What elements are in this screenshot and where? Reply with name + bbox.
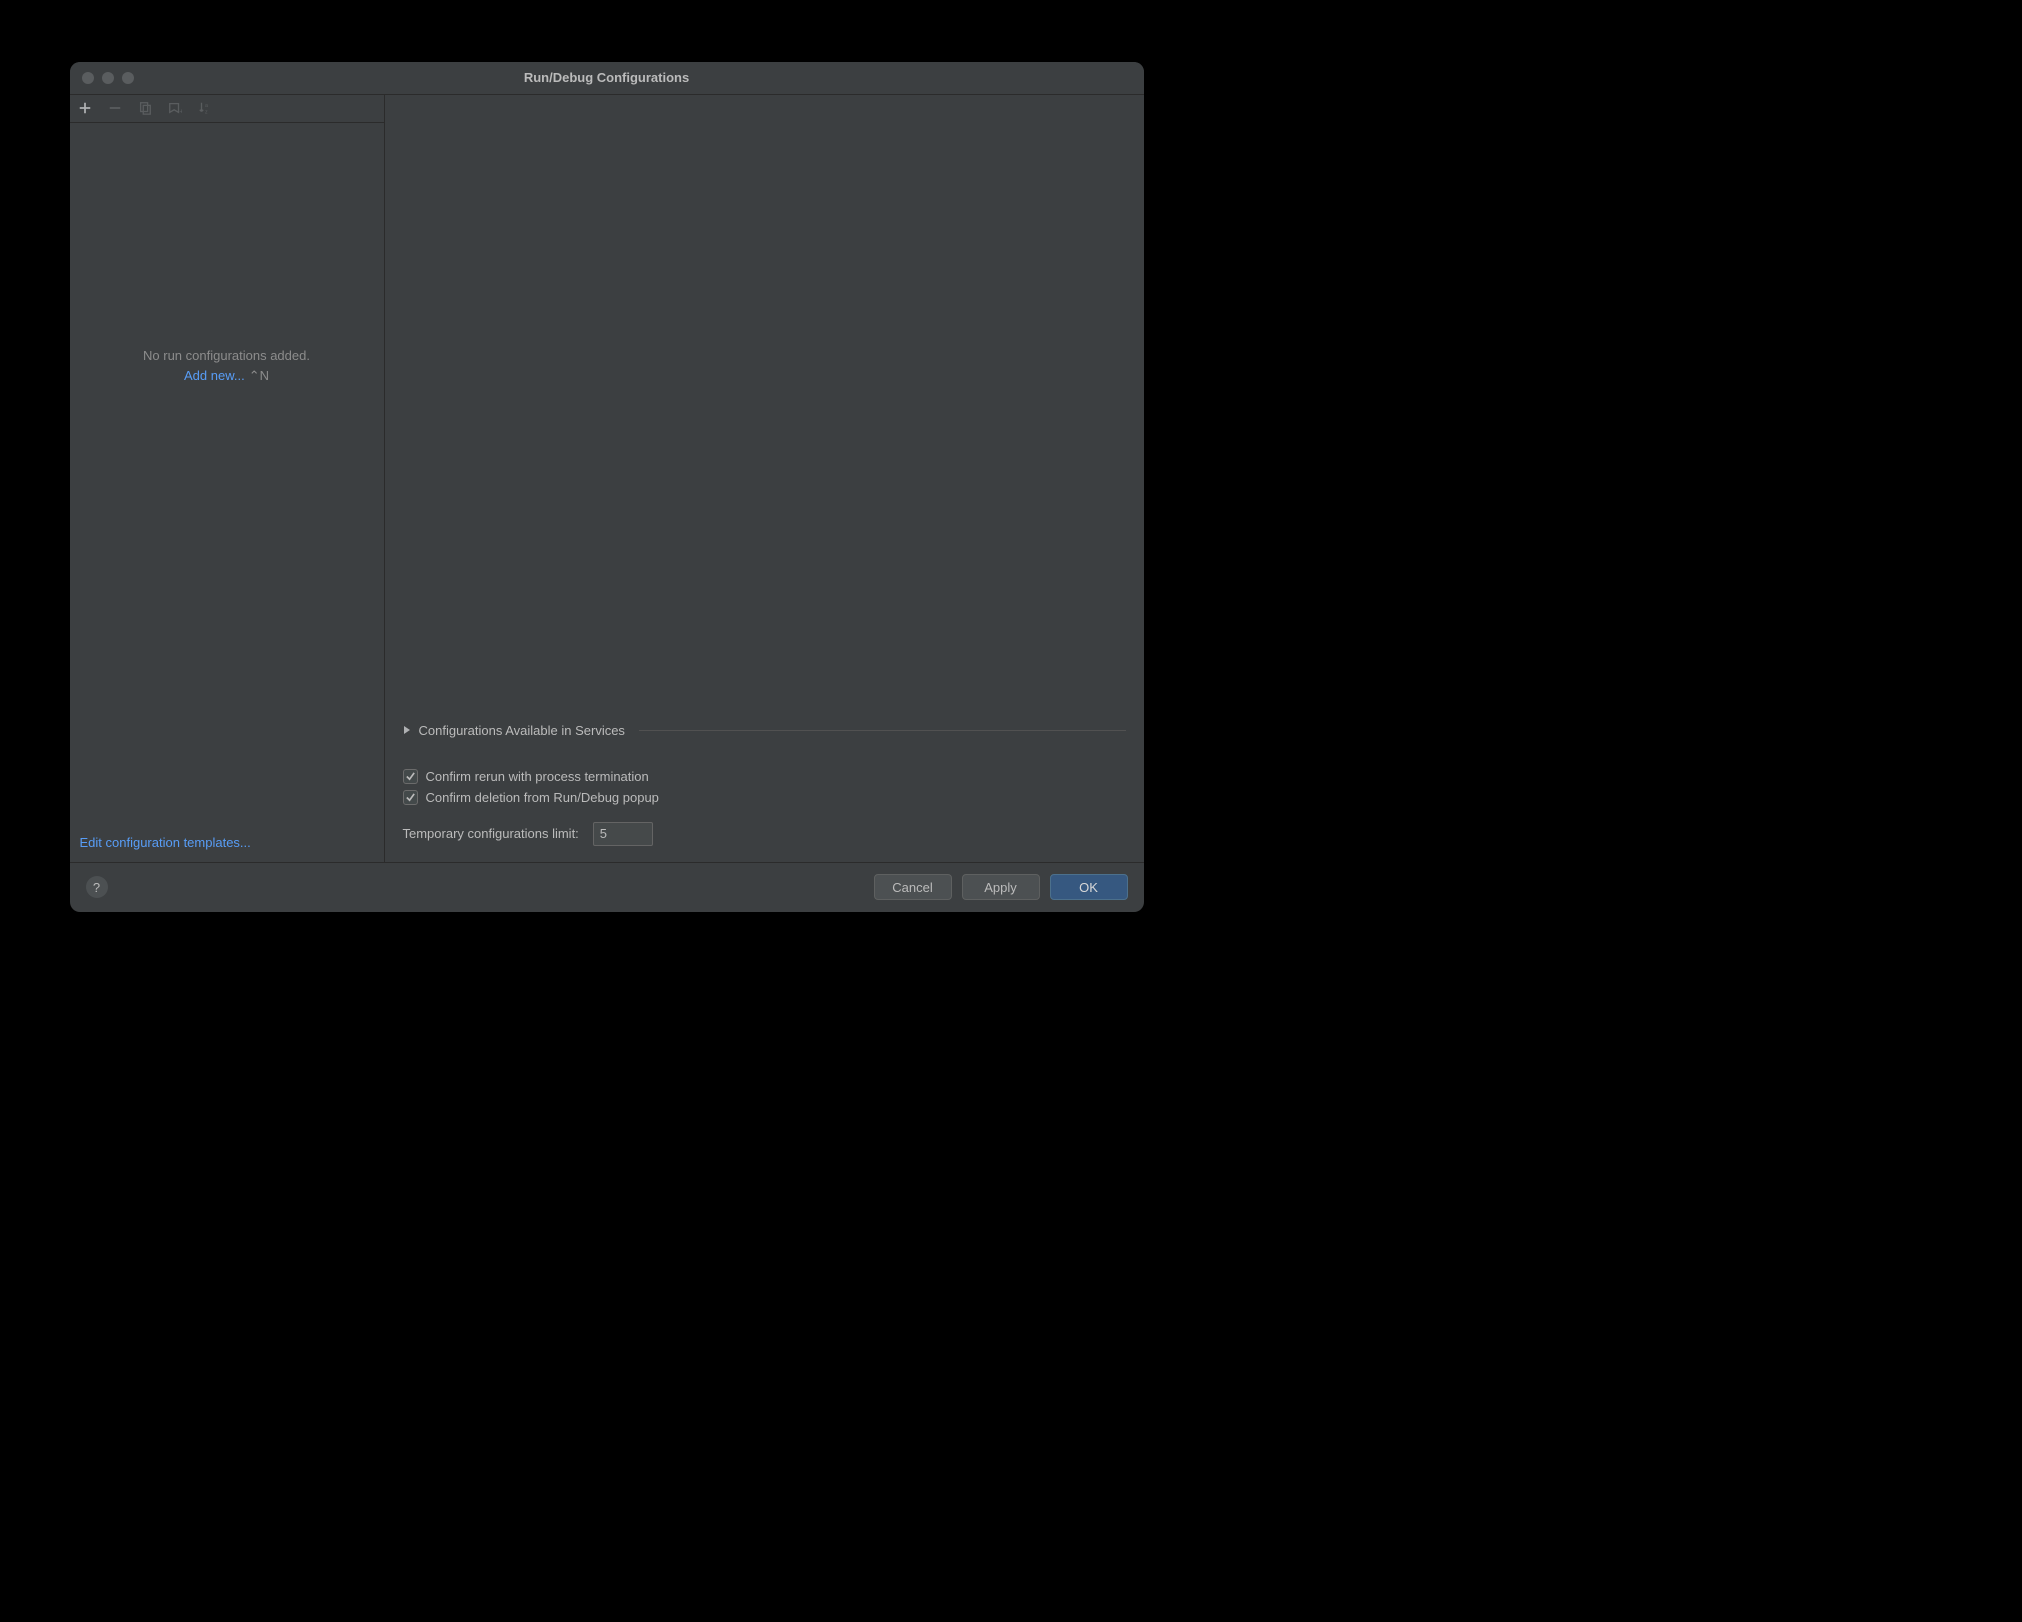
chevron-right-icon bbox=[403, 726, 411, 734]
titlebar: Run/Debug Configurations bbox=[70, 62, 1144, 95]
add-new-shortcut: ⌃N bbox=[249, 368, 269, 384]
add-new-link[interactable]: Add new... bbox=[184, 368, 245, 383]
remove-configuration-button bbox=[106, 99, 124, 117]
confirm-rerun-label: Confirm rerun with process termination bbox=[426, 769, 649, 784]
temp-limit-input[interactable] bbox=[593, 822, 653, 846]
remove-icon bbox=[108, 101, 122, 115]
checkmark-icon bbox=[405, 771, 416, 782]
dialog-body: + az No run configurations added. Add ne… bbox=[70, 95, 1144, 862]
sidebar-footer: Edit configuration templates... bbox=[70, 823, 384, 862]
minimize-window-icon[interactable] bbox=[102, 72, 114, 84]
add-configuration-button[interactable] bbox=[76, 99, 94, 117]
sort-alpha-icon: az bbox=[198, 101, 212, 115]
save-template-icon: + bbox=[168, 101, 182, 115]
temp-limit-label: Temporary configurations limit: bbox=[403, 826, 579, 841]
confirm-delete-label: Confirm deletion from Run/Debug popup bbox=[426, 790, 659, 805]
dialog-footer: ? Cancel Apply OK bbox=[70, 862, 1144, 912]
sort-alpha-button: az bbox=[196, 99, 214, 117]
sidebar-toolbar: + az bbox=[70, 95, 384, 123]
checkbox-group: Confirm rerun with process termination C… bbox=[385, 766, 1144, 808]
sidebar-empty-state: No run configurations added. Add new... … bbox=[70, 123, 384, 823]
ok-button[interactable]: OK bbox=[1050, 874, 1128, 900]
save-template-button: + bbox=[166, 99, 184, 117]
copy-configuration-button bbox=[136, 99, 154, 117]
sidebar: + az No run configurations added. Add ne… bbox=[70, 95, 385, 862]
main-panel: Configurations Available in Services Con… bbox=[385, 95, 1144, 862]
close-window-icon[interactable] bbox=[82, 72, 94, 84]
section-divider bbox=[639, 730, 1126, 731]
edit-templates-link[interactable]: Edit configuration templates... bbox=[80, 835, 251, 850]
cancel-button[interactable]: Cancel bbox=[874, 874, 952, 900]
confirm-delete-checkbox[interactable] bbox=[403, 790, 418, 805]
copy-icon bbox=[138, 101, 152, 115]
maximize-window-icon[interactable] bbox=[122, 72, 134, 84]
window-title: Run/Debug Configurations bbox=[70, 70, 1144, 85]
temp-limit-row: Temporary configurations limit: bbox=[385, 808, 1144, 862]
svg-text:a: a bbox=[205, 103, 208, 109]
apply-button[interactable]: Apply bbox=[962, 874, 1040, 900]
svg-text:z: z bbox=[205, 109, 208, 115]
add-new-row: Add new... ⌃N bbox=[184, 368, 269, 384]
checkmark-icon bbox=[405, 792, 416, 803]
confirm-delete-row: Confirm deletion from Run/Debug popup bbox=[385, 787, 1144, 808]
svg-text:+: + bbox=[179, 108, 182, 115]
services-section-header[interactable]: Configurations Available in Services bbox=[385, 723, 1144, 738]
services-section-label: Configurations Available in Services bbox=[419, 723, 625, 738]
confirm-rerun-row: Confirm rerun with process termination bbox=[385, 766, 1144, 787]
help-icon: ? bbox=[93, 880, 100, 895]
confirm-rerun-checkbox[interactable] bbox=[403, 769, 418, 784]
no-configurations-label: No run configurations added. bbox=[143, 348, 310, 363]
run-debug-configurations-dialog: Run/Debug Configurations + az bbox=[70, 62, 1144, 912]
help-button[interactable]: ? bbox=[86, 876, 108, 898]
window-controls bbox=[70, 72, 134, 84]
add-icon bbox=[78, 101, 92, 115]
